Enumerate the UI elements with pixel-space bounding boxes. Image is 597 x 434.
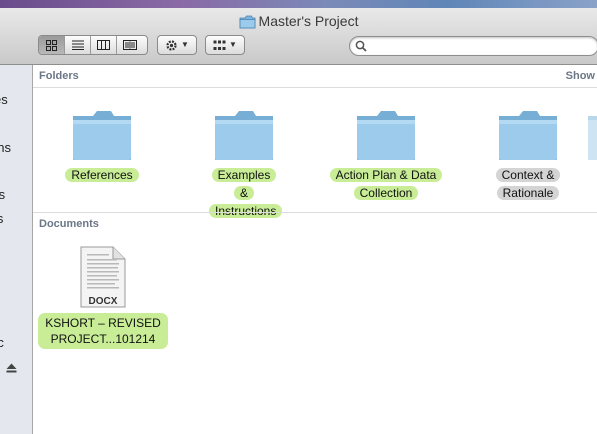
icon-view-icon xyxy=(46,39,57,51)
folder-item-references[interactable]: References xyxy=(42,110,162,200)
view-mode-segmented-control xyxy=(38,35,148,55)
document-item[interactable]: DOCX KSHORT – REVISED PROJECT...101214 xyxy=(38,246,168,349)
search-field[interactable] xyxy=(349,36,597,56)
window-title-text: Master's Project xyxy=(258,13,359,29)
list-view-button[interactable] xyxy=(65,36,91,54)
folder-icon xyxy=(499,111,557,160)
arrange-menu-button[interactable]: ▼ xyxy=(205,35,245,55)
folder-icon xyxy=(239,15,256,33)
list-view-icon xyxy=(71,40,84,50)
icon-view-button[interactable] xyxy=(39,36,65,54)
sidebar-item[interactable]: ls xyxy=(0,211,3,227)
section-divider xyxy=(33,212,597,213)
column-view-button[interactable] xyxy=(91,36,117,54)
sidebar-item[interactable]: ons xyxy=(0,140,11,156)
folder-item-action-plan[interactable]: Action Plan & Data Collection xyxy=(326,110,446,200)
search-input[interactable] xyxy=(370,38,594,56)
file-browser: Folders Show References Examples & Instr… xyxy=(33,65,597,434)
cover-flow-view-button[interactable] xyxy=(117,36,143,54)
column-view-icon xyxy=(97,40,110,50)
documents-section-header: Documents xyxy=(39,218,99,230)
cover-flow-icon xyxy=(123,40,137,50)
eject-icon[interactable] xyxy=(6,360,17,378)
window-title: Master's Project xyxy=(0,12,597,33)
document-label: KSHORT – REVISED PROJECT...101214 xyxy=(38,313,168,349)
sidebar: es ons ts ls isc xyxy=(0,65,33,434)
folder-item-examples-instructions[interactable]: Examples & Instructions xyxy=(184,110,304,218)
show-link[interactable]: Show xyxy=(566,70,595,82)
chevron-down-icon: ▼ xyxy=(181,40,189,49)
action-menu-button[interactable]: ▼ xyxy=(157,35,197,55)
file-type-caption: DOCX xyxy=(88,296,118,307)
folder-label: Action Plan & Data Collection xyxy=(323,166,449,202)
search-icon xyxy=(355,40,367,52)
gear-icon xyxy=(166,39,177,51)
window-toolbar: Master's Project ▼ ▼ xyxy=(0,8,597,65)
folder-label: References xyxy=(42,166,162,184)
arrange-grid-icon xyxy=(213,40,226,50)
sidebar-item[interactable]: es xyxy=(0,92,8,108)
folder-icon xyxy=(357,111,415,160)
folder-icon xyxy=(215,111,273,160)
folders-section-header: Folders xyxy=(39,70,79,82)
sidebar-item[interactable]: isc xyxy=(0,335,4,351)
sidebar-item[interactable]: ts xyxy=(0,187,5,203)
folder-item-context-rationale[interactable]: Context & Rationale xyxy=(468,110,588,200)
folder-label: Context & Rationale xyxy=(490,166,566,202)
chevron-down-icon: ▼ xyxy=(229,40,237,49)
folder-icon xyxy=(73,111,131,160)
folder-icon[interactable] xyxy=(586,110,597,162)
section-divider xyxy=(33,87,597,88)
